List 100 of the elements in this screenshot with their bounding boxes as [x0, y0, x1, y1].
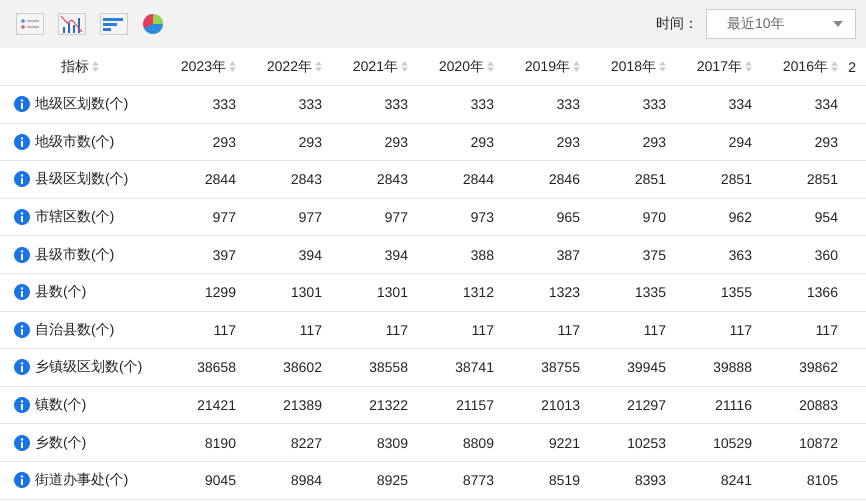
table-cell: 地级区划数(个) [0, 95, 160, 114]
table-cell-text: 1301 [290, 284, 323, 300]
table-cell-text: 333 [470, 96, 495, 112]
column-header[interactable]: 2 [848, 58, 866, 74]
table-cell-text: 1312 [462, 284, 495, 300]
table-cell-text: 38558 [368, 359, 409, 376]
info-icon[interactable] [14, 171, 30, 188]
table-cell-text: 387 [556, 246, 581, 263]
table-cell: 乡镇级区划数(个) [0, 358, 160, 376]
info-icon[interactable] [14, 434, 30, 451]
info-icon[interactable] [14, 246, 30, 263]
info-icon[interactable] [14, 472, 30, 488]
column-header[interactable]: 2016年 [762, 58, 848, 76]
list-view-icon[interactable] [16, 13, 44, 35]
sort-icon [401, 61, 408, 72]
table-cell-text: 39945 [626, 359, 667, 376]
table-cell-text: 360 [814, 246, 839, 263]
sort-icon [745, 61, 752, 72]
table-cell-text: 293 [298, 134, 323, 150]
table-cell-text: 38741 [454, 359, 495, 376]
column-header[interactable]: 2022年 [246, 58, 332, 76]
table-cell-text: 117 [556, 322, 581, 338]
table-cell: 县数(个) [0, 283, 160, 302]
pie-chart-icon[interactable] [142, 13, 164, 35]
table-cell-text: 8227 [290, 434, 323, 451]
table-cell-text: 21389 [282, 397, 323, 414]
table-cell-text: 2851 [720, 171, 753, 188]
table-cell-text: 334 [814, 96, 839, 112]
table-cell-text: 117 [728, 322, 753, 338]
column-header[interactable]: 指标 [0, 58, 160, 76]
table-cell-text: 9045 [204, 472, 237, 488]
table-cell-text: 38602 [282, 359, 323, 376]
sort-icon [92, 61, 99, 72]
table-cell-text: 117 [212, 322, 237, 338]
column-header[interactable]: 2020年 [418, 58, 504, 76]
bar-view-icon[interactable] [100, 13, 128, 35]
info-icon[interactable] [14, 284, 30, 300]
column-header[interactable]: 2017年 [676, 58, 762, 76]
table-cell-text: 117 [470, 322, 495, 338]
table-cell-text: 21013 [540, 397, 581, 414]
column-header[interactable]: 2019年 [504, 58, 590, 76]
table-cell-text: 293 [384, 134, 409, 150]
table-cell-text: 2843 [290, 171, 323, 188]
sort-icon [831, 61, 838, 72]
column-header[interactable]: 2018年 [590, 58, 676, 76]
table-cell-text: 2851 [806, 171, 839, 188]
info-icon[interactable] [14, 397, 30, 414]
table-cell-text: 2843 [376, 171, 409, 188]
table-cell-text: 10253 [626, 434, 667, 451]
table-cell-text: 39862 [798, 359, 839, 376]
table-cell: 镇数(个) [0, 396, 160, 414]
table-cell-text: 10529 [712, 434, 753, 451]
info-icon[interactable] [14, 322, 30, 338]
column-header[interactable]: 2023年 [160, 58, 246, 76]
table-cell-text: 38755 [540, 359, 581, 376]
table-cell-text: 375 [642, 246, 667, 263]
table-cell: 县级区划数(个) [0, 170, 160, 188]
caret-icon [833, 21, 843, 27]
table-cell-text: 21421 [196, 397, 237, 414]
table-cell-text: 973 [470, 209, 495, 226]
table-cell-text: 39888 [712, 359, 753, 376]
table-cell-text: 8393 [634, 472, 667, 488]
table-cell-text: 21116 [714, 397, 753, 414]
table-cell: 乡数(个) [0, 434, 160, 452]
table-cell-text: 977 [298, 209, 323, 226]
table-cell-text: 293 [642, 134, 667, 150]
table-cell-text: 117 [642, 322, 667, 338]
info-icon[interactable] [14, 209, 30, 226]
table-cell: 市辖区数(个) [0, 208, 160, 226]
table-cell-text: 21157 [455, 397, 495, 414]
table-cell-text: 2844 [204, 171, 237, 188]
table-cell-text: 1299 [204, 284, 237, 300]
table-cell-text: 962 [728, 209, 753, 226]
table-cell-text: 117 [298, 322, 323, 338]
table-cell-text: 9221 [548, 434, 581, 451]
table-cell-text: 2844 [462, 171, 495, 188]
table-cell-text: 8105 [806, 472, 839, 488]
chart-view-icon[interactable] [58, 13, 86, 35]
table-cell-text: 1335 [634, 284, 667, 300]
time-range-dropdown[interactable]: 最近10年 [706, 9, 856, 39]
info-icon[interactable] [14, 96, 30, 112]
table-cell-text: 333 [298, 96, 323, 112]
table-cell-text: 10872 [798, 434, 839, 451]
table-cell-text: 8241 [720, 472, 753, 488]
table-cell-text: 397 [212, 246, 237, 263]
table-cell-text: 363 [728, 246, 753, 263]
time-label: 时间： [656, 15, 698, 33]
table-cell-text: 1301 [376, 284, 409, 300]
table-cell-text: 394 [384, 246, 409, 263]
sort-icon [487, 61, 494, 72]
table-cell-text: 333 [212, 96, 237, 112]
table-cell-text: 21297 [626, 397, 667, 414]
table-cell-text: 977 [384, 209, 409, 226]
info-icon[interactable] [14, 359, 30, 376]
column-header[interactable]: 2021年 [332, 58, 418, 76]
info-icon[interactable] [14, 134, 30, 150]
table-cell-text: 954 [814, 209, 839, 226]
table-cell-text: 8984 [290, 472, 323, 488]
table-cell-text: 293 [470, 134, 495, 150]
table-cell-text: 293 [556, 134, 581, 150]
